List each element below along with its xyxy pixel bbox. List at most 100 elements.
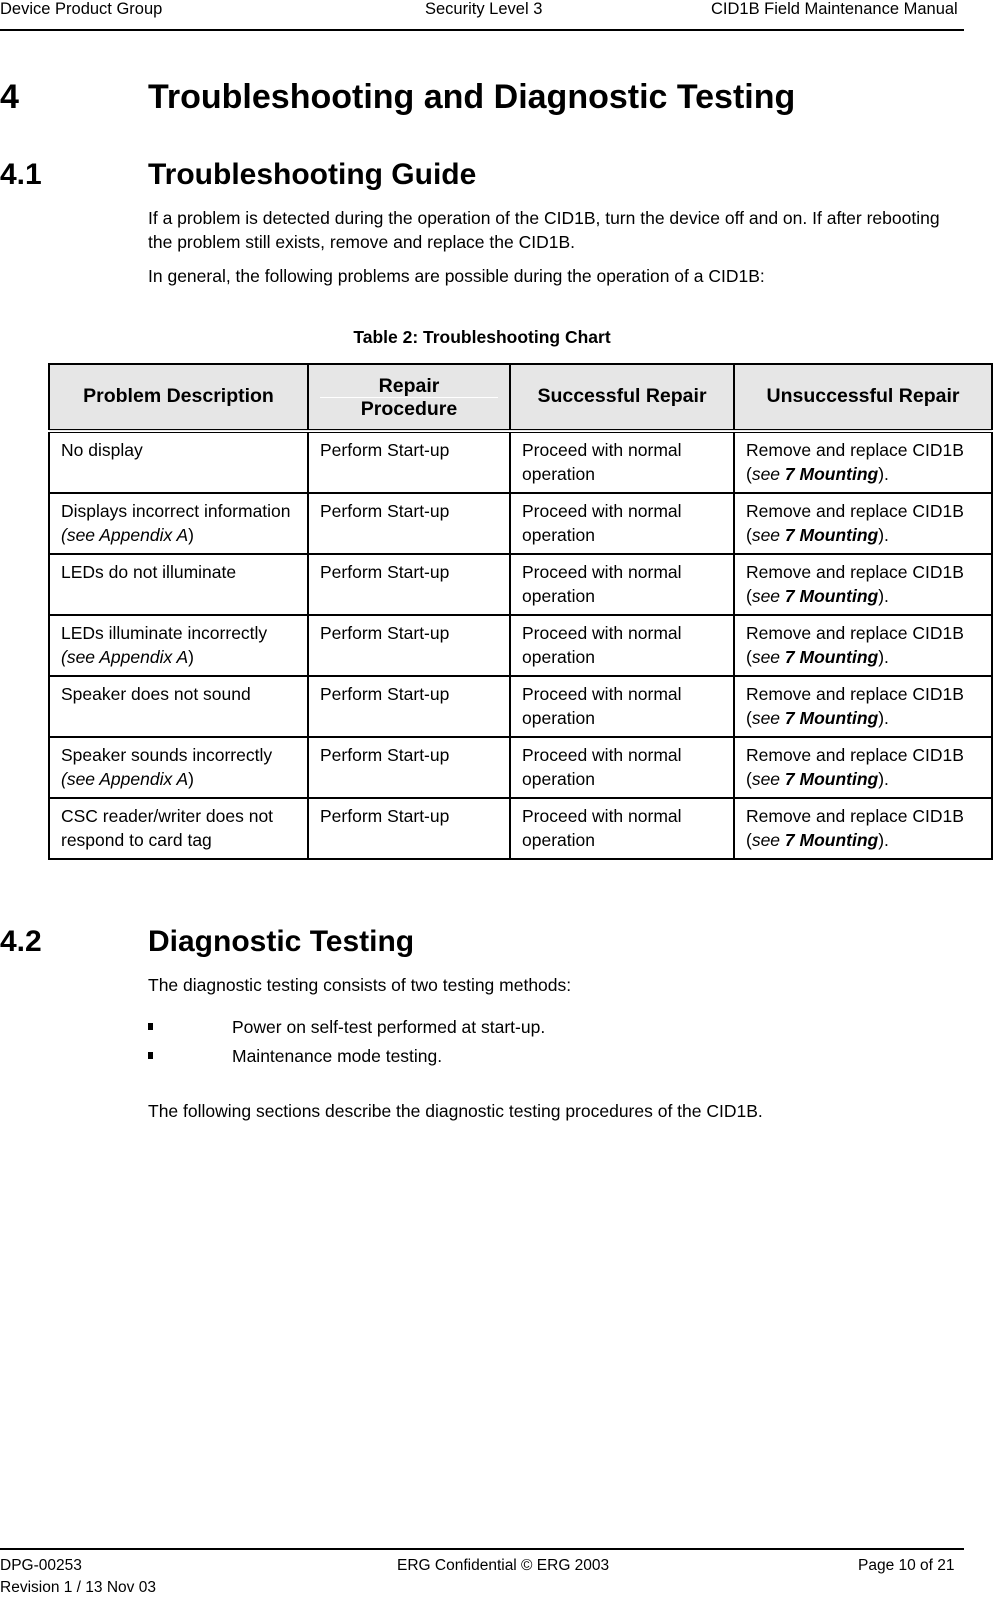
cell-problem: Speaker sounds incorrectly (see Appendix … bbox=[48, 736, 309, 799]
procedure-text: Perform Start-up bbox=[320, 440, 450, 460]
column-header-procedure: Repair Procedure bbox=[307, 363, 511, 433]
cell-procedure: Perform Start-up bbox=[307, 614, 511, 677]
table-header-row: Problem Description Repair Procedure Suc… bbox=[48, 363, 993, 433]
problem-text: CSC reader/writer does not respond to ca… bbox=[61, 806, 274, 850]
see-text: see bbox=[751, 646, 785, 667]
cell-procedure: Perform Start-up bbox=[307, 675, 511, 738]
see-text: see bbox=[751, 768, 785, 789]
cell-problem: No display bbox=[48, 430, 309, 494]
column-header-problem: Problem Description bbox=[48, 363, 309, 433]
cell-success: Proceed with normal operation bbox=[509, 553, 735, 616]
header-manual-title: CID1B Field Maintenance Manual bbox=[711, 0, 958, 18]
table-caption: Table 2: Troubleshooting Chart bbox=[353, 327, 611, 347]
cell-fail: Remove and replace CID1B (see 7 Mounting… bbox=[733, 553, 993, 616]
section-title: Troubleshooting Guide bbox=[148, 158, 477, 191]
problem-text: LEDs illuminate incorrectly bbox=[61, 623, 268, 643]
problem-text: LEDs do not illuminate bbox=[61, 562, 237, 582]
page-header: Device Product Group Security Level 3 CI… bbox=[0, 0, 1008, 30]
problems-lead-paragraph: In general, the following problems are p… bbox=[148, 266, 765, 286]
success-text: Proceed with normal operation bbox=[522, 684, 682, 728]
cell-success: Proceed with normal operation bbox=[509, 797, 735, 860]
cell-procedure: Perform Start-up bbox=[307, 736, 511, 799]
cell-fail: Remove and replace CID1B (see 7 Mounting… bbox=[733, 614, 993, 677]
fail-suffix: ). bbox=[878, 463, 889, 484]
fail-suffix: ). bbox=[878, 707, 889, 728]
mounting-reference: 7 Mounting bbox=[784, 463, 879, 484]
see-text: see bbox=[751, 463, 785, 484]
fail-suffix: ). bbox=[878, 646, 889, 667]
problem-text: Speaker sounds incorrectly bbox=[61, 745, 273, 765]
success-text: Proceed with normal operation bbox=[522, 806, 682, 850]
footer-revision: Revision 1 / 13 Nov 03 bbox=[0, 1579, 156, 1596]
mounting-reference: 7 Mounting bbox=[784, 585, 879, 606]
mounting-reference: 7 Mounting bbox=[784, 768, 879, 789]
footer-confidential: ERG Confidential © ERG 2003 bbox=[397, 1557, 610, 1574]
cell-success: Proceed with normal operation bbox=[509, 675, 735, 738]
troubleshooting-table: Problem Description Repair Procedure Suc… bbox=[48, 363, 993, 860]
mounting-reference: 7 Mounting bbox=[784, 646, 879, 667]
bullet-square-icon bbox=[148, 1052, 153, 1059]
cell-procedure: Perform Start-up bbox=[307, 492, 511, 555]
intro-paragraph: If a problem is detected during the oper… bbox=[148, 208, 940, 252]
cell-success: Proceed with normal operation bbox=[509, 614, 735, 677]
fail-suffix: ). bbox=[878, 829, 889, 850]
procedure-text: Perform Start-up bbox=[320, 745, 450, 765]
header-rule bbox=[0, 29, 964, 31]
section-number: 4.2 bbox=[0, 925, 42, 958]
cell-procedure: Perform Start-up bbox=[307, 797, 511, 860]
section-number: 4.1 bbox=[0, 158, 42, 191]
table-row: Speaker does not sound Perform Start-up Pr… bbox=[48, 675, 993, 738]
cell-fail: Remove and replace CID1B (see 7 Mounting… bbox=[733, 430, 993, 494]
appendix-reference: (see Appendix A) bbox=[61, 524, 194, 545]
section-title: Diagnostic Testing bbox=[148, 925, 415, 958]
chapter-number: 4 bbox=[0, 78, 19, 116]
table-row: LEDs illuminate incorrectly (see Appendix… bbox=[48, 614, 993, 677]
problem-text: Speaker does not sound bbox=[61, 684, 251, 704]
footer-rule bbox=[0, 1548, 964, 1550]
appendix-reference: (see Appendix A) bbox=[61, 768, 194, 789]
bullet-square-icon bbox=[148, 1023, 153, 1030]
cell-fail: Remove and replace CID1B (see 7 Mounting… bbox=[733, 736, 993, 799]
success-text: Proceed with normal operation bbox=[522, 623, 682, 667]
footer-page-number: Page 10 of 21 bbox=[858, 1557, 955, 1574]
fail-suffix: ). bbox=[878, 768, 889, 789]
header-group: Device Product Group bbox=[0, 0, 163, 18]
appendix-reference-text: (see Appendix A bbox=[61, 646, 189, 667]
cell-procedure: Perform Start-up bbox=[307, 553, 511, 616]
procedure-text: Perform Start-up bbox=[320, 806, 450, 826]
cell-problem: Displays incorrect information (see Appen… bbox=[48, 492, 309, 555]
problem-text: Displays incorrect information bbox=[61, 501, 291, 521]
header-security-level: Security Level 3 bbox=[425, 0, 543, 18]
see-text: see bbox=[751, 829, 785, 850]
column-header-procedure-line1: Repair bbox=[378, 374, 440, 397]
cell-fail: Remove and replace CID1B (see 7 Mounting… bbox=[733, 492, 993, 555]
cell-success: Proceed with normal operation bbox=[509, 736, 735, 799]
column-header-fail: Unsuccessful Repair bbox=[733, 363, 993, 433]
see-text: see bbox=[751, 524, 785, 545]
success-text: Proceed with normal operation bbox=[522, 440, 682, 484]
footer-doc-id: DPG-00253 bbox=[0, 1557, 82, 1574]
see-text: see bbox=[751, 585, 785, 606]
table-row: No display Perform Start-up Proceed with n… bbox=[48, 430, 993, 494]
success-text: Proceed with normal operation bbox=[522, 501, 682, 545]
see-text: see bbox=[751, 707, 785, 728]
appendix-reference: (see Appendix A) bbox=[61, 646, 194, 667]
cell-success: Proceed with normal operation bbox=[509, 492, 735, 555]
cell-fail: Remove and replace CID1B (see 7 Mounting… bbox=[733, 675, 993, 738]
mounting-reference: 7 Mounting bbox=[784, 707, 879, 728]
appendix-reference-text: (see Appendix A bbox=[61, 768, 189, 789]
column-header-success: Successful Repair bbox=[509, 363, 735, 433]
table-row: Displays incorrect information (see Appen… bbox=[48, 492, 993, 555]
procedure-text: Perform Start-up bbox=[320, 562, 450, 582]
mounting-reference: 7 Mounting bbox=[784, 524, 879, 545]
success-text: Proceed with normal operation bbox=[522, 745, 682, 789]
diagnostic-intro: The diagnostic testing consists of two t… bbox=[148, 975, 572, 995]
mounting-reference: 7 Mounting bbox=[784, 829, 879, 850]
table-row: Speaker sounds incorrectly (see Appendix … bbox=[48, 736, 993, 799]
fail-suffix: ). bbox=[878, 524, 889, 545]
cell-fail: Remove and replace CID1B (see 7 Mounting… bbox=[733, 797, 993, 860]
appendix-reference-text: (see Appendix A bbox=[61, 524, 189, 545]
table-row: CSC reader/writer does not respond to ca… bbox=[48, 797, 993, 860]
problem-text: No display bbox=[61, 440, 143, 460]
table-row: LEDs do not illuminate Perform Start-up Pr… bbox=[48, 553, 993, 616]
